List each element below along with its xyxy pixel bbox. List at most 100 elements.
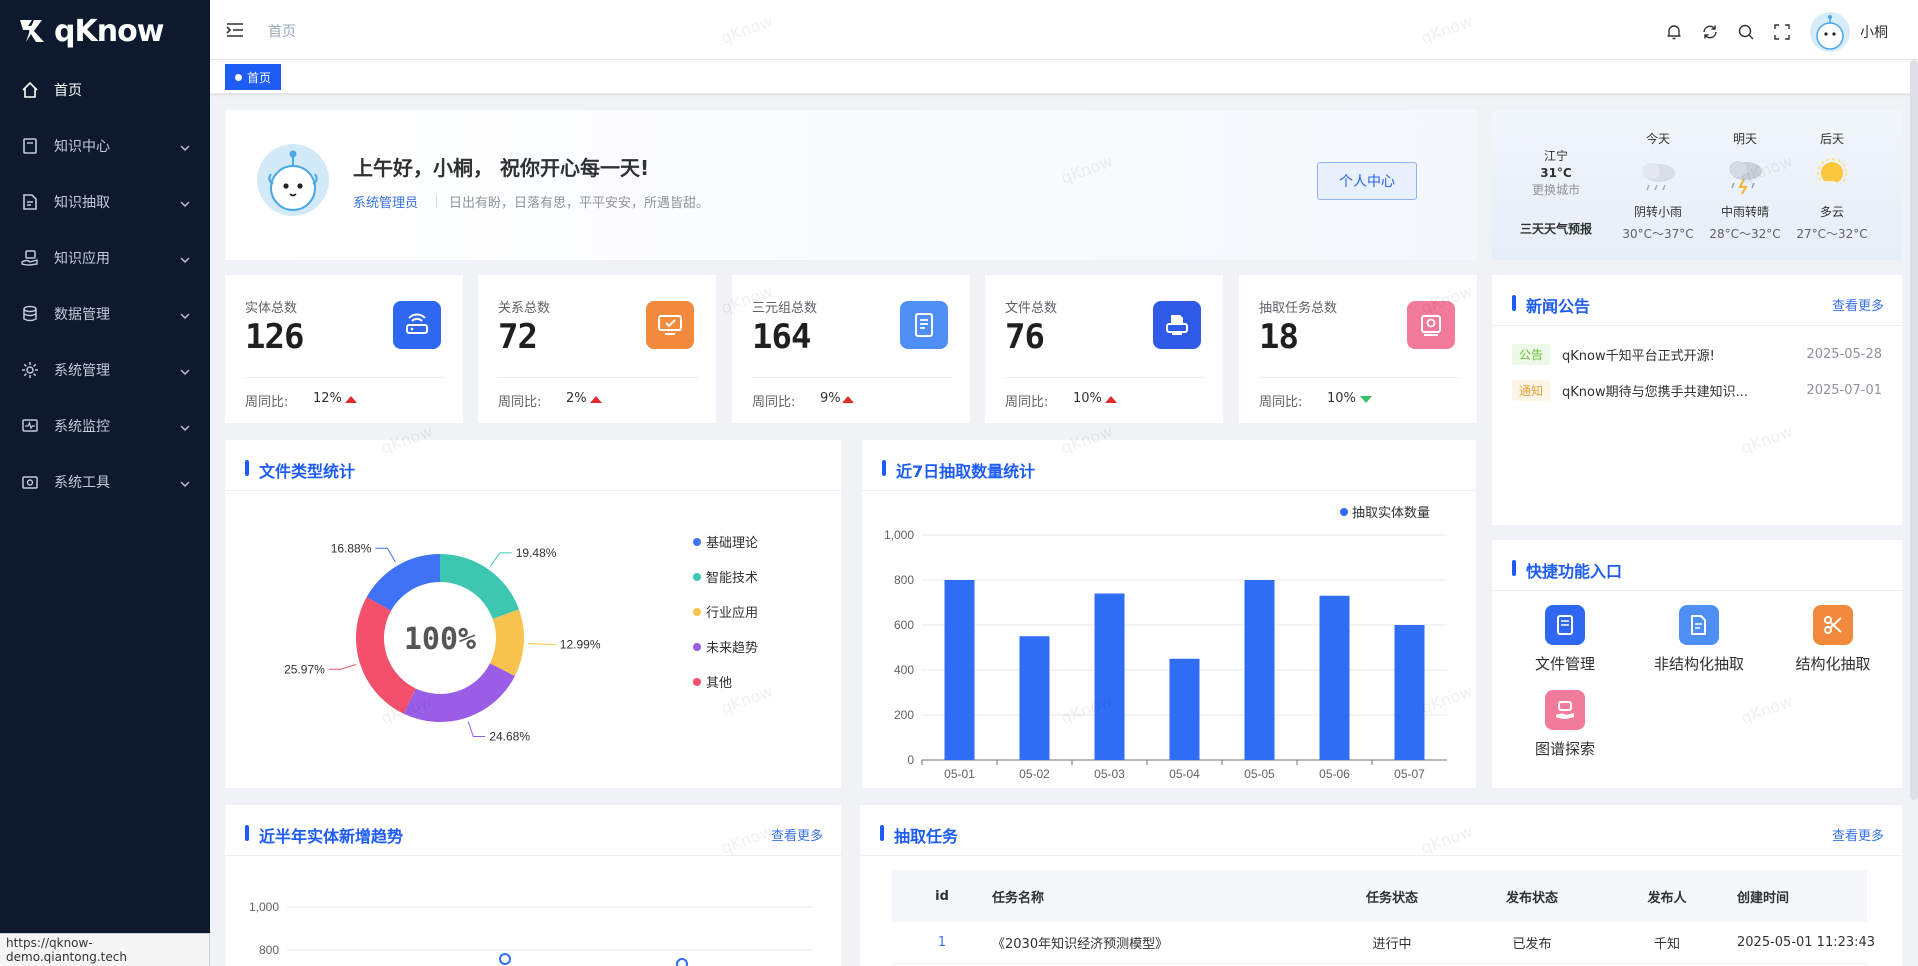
sun-cloud-icon [1794,150,1870,200]
bar[interactable] [1244,580,1275,760]
profile-button[interactable]: 个人中心 [1317,162,1417,200]
news-item[interactable]: 公告 qKnow千知平台正式开源! 2025-05-28 [1512,342,1882,366]
sidebar-item-1[interactable]: 知识中心 [0,118,210,174]
stat-pct: 9% [820,391,841,406]
pie-slice[interactable] [403,663,515,722]
entity-trend-card: 近半年实体新增趋势 查看更多 1,000 800 [225,805,841,966]
quick-structured-extract[interactable]: 结构化抽取 [1778,605,1888,674]
router-icon [393,301,441,349]
stat-wow-label: 周同比: [498,395,542,410]
sidebar-item-4[interactable]: 数据管理 [0,286,210,342]
fullscreen-icon[interactable] [1764,14,1800,50]
pie-slice[interactable] [440,554,519,619]
sidebar-item-5[interactable]: 系统管理 [0,342,210,398]
news-tag: 通知 [1512,379,1551,401]
news-item-title: qKnow期待与您携手共建知识... [1562,384,1749,400]
legend-item[interactable]: 行业应用 [693,602,758,621]
bar-ytick: 800 [894,573,914,587]
pie-label-line [328,664,357,670]
refresh-icon[interactable] [1692,14,1728,50]
extract-task-card: 抽取任务 查看更多 id 任务名称 任务状态 发布状态 发布人 创建时间 1 《… [860,805,1902,966]
breadcrumb[interactable]: 首页 [268,21,296,41]
bar[interactable] [944,580,975,760]
sidebar: qKnow 首页知识中心知识抽取 知识应用 数据管理 系统管理 系统监控系统工具 htt… [0,0,210,966]
quick-label: 文件管理 [1534,655,1595,673]
quick-label: 结构化抽取 [1795,655,1871,673]
bar-ytick: 400 [894,663,914,677]
menu-toggle-icon[interactable] [226,22,244,38]
news-more-link[interactable]: 查看更多 [1832,295,1884,314]
trend-up-icon [842,396,854,403]
tag-dot [235,73,242,81]
quick-file-manage[interactable]: 文件管理 [1510,605,1620,674]
bell-icon[interactable] [1656,14,1692,50]
search-icon[interactable] [1728,14,1764,50]
pie-label-line [375,547,396,563]
bar-legend-label[interactable]: 抽取实体数量 [1352,505,1430,520]
news-item[interactable]: 通知 qKnow期待与您携手共建知识... 2025-07-01 [1512,378,1882,402]
tag-home[interactable]: 首页 [225,64,282,90]
pie-slice[interactable] [366,554,440,611]
stat-title: 关系总数 [498,301,551,316]
bar[interactable] [1319,595,1350,760]
legend-item[interactable]: 智能技术 [693,567,758,586]
bar[interactable] [1169,658,1200,760]
task-more-link[interactable]: 查看更多 [1832,825,1884,844]
col-id: id [935,888,949,904]
news-item-date: 2025-07-01 [1806,382,1882,398]
legend-dot [693,537,701,546]
legend-item[interactable]: 其他 [693,672,732,691]
chevron-down-icon [180,253,190,263]
panel-divider [1492,590,1902,591]
legend-dot [693,572,701,581]
sidebar-item-3[interactable]: 知识应用 [0,230,210,286]
weather-day-name: 明天 [1732,132,1757,146]
stat-value: 76 [1005,317,1045,357]
status-url: https://qknow-demo.qiantong.tech [0,933,210,966]
task-table: id 任务名称 任务状态 发布状态 发布人 创建时间 1 《2030年知识经济预… [892,870,1876,964]
bar[interactable] [1019,636,1050,760]
sidebar-item-label: 知识中心 [54,139,110,155]
bar-chart: 0 200 400 600 800 1,000 05-01 05-02 05-03 05-04 05… [884,505,1447,781]
stat-pct: 10% [1073,391,1102,406]
page-scrollbar[interactable] [1910,60,1918,800]
stat-value: 18 [1259,317,1299,357]
table-row[interactable]: 1 《2030年知识经济预测模型》 进行中 已发布 千知 2025-05-01 … [892,922,1876,964]
stat-wow-label: 周同比: [1005,395,1049,410]
bar[interactable] [1094,593,1125,761]
trend-ytick: 800 [259,943,279,957]
stat-card-relation: 关系总数 72 周同比: 2% [478,275,716,423]
col-publish: 发布状态 [1505,890,1558,906]
sidebar-item-6[interactable]: 系统监控 [0,398,210,454]
sidebar-item-7[interactable]: 系统工具 [0,454,210,510]
file-icon [1545,605,1585,645]
quick-label: 图谱探索 [1534,740,1595,758]
legend-label: 智能技术 [706,571,759,586]
weather-temp: 31°C [1540,166,1572,180]
logo[interactable]: qKnow [0,0,210,62]
pie-value-label: 24.68% [489,730,530,744]
weather-range: 28°C～32°C [1709,227,1781,241]
user-avatar[interactable] [1810,12,1850,52]
cell-id[interactable]: 1 [892,935,992,950]
sidebar-item-0[interactable]: 首页 [0,62,210,118]
quick-unstructured-extract[interactable]: 非结构化抽取 [1644,605,1754,674]
tag-label: 首页 [247,70,272,85]
cell-publish: 已发布 [1512,937,1552,952]
stat-pct: 2% [566,391,587,406]
sidebar-item-2[interactable]: 知识抽取 [0,174,210,230]
change-city-link[interactable]: 更换城市 [1520,182,1592,199]
pie-label-line [467,721,486,738]
legend-label: 未来趋势 [706,641,759,656]
sidebar-item-label: 系统工具 [54,475,110,491]
cell-created: 2025-05-01 11:23:43 [1737,935,1876,950]
bar[interactable] [1394,625,1425,760]
stat-card-task: 抽取任务总数 18 周同比: 10% [1239,275,1477,423]
cell-publisher: 千知 [1653,937,1680,952]
bar-xtick: 05-07 [1394,767,1425,781]
user-name[interactable]: 小桐 [1860,22,1888,42]
quick-graph-explore[interactable]: 图谱探索 [1510,690,1620,759]
legend-item[interactable]: 基础理论 [693,532,758,551]
legend-item[interactable]: 未来趋势 [693,637,758,656]
bar-ytick: 200 [894,708,914,722]
